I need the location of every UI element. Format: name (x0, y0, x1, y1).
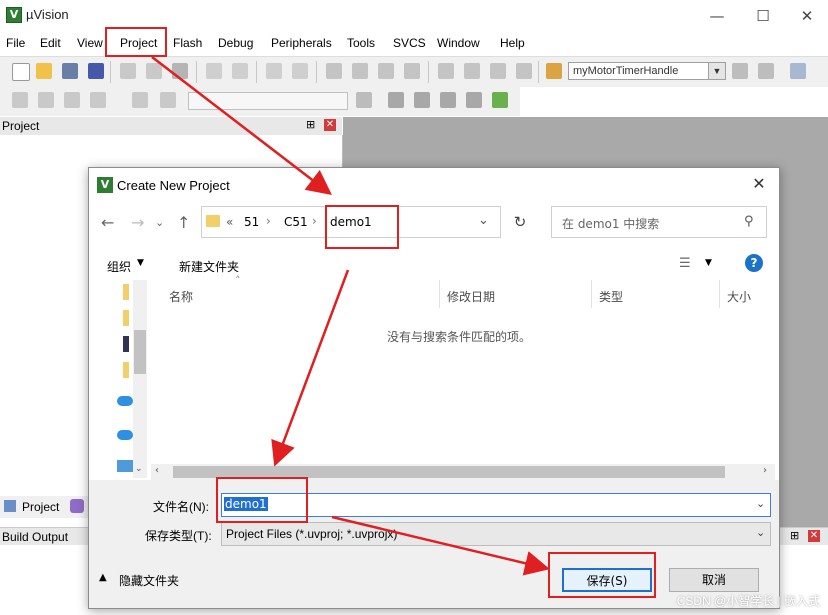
arrow-to-save (331, 515, 550, 576)
annotation-arrows (151, 56, 550, 576)
arrow-to-folder (151, 56, 332, 196)
watermark: CSDN @小智学长 | 嵌入式 (676, 594, 820, 608)
arrow-to-filename (271, 269, 350, 467)
